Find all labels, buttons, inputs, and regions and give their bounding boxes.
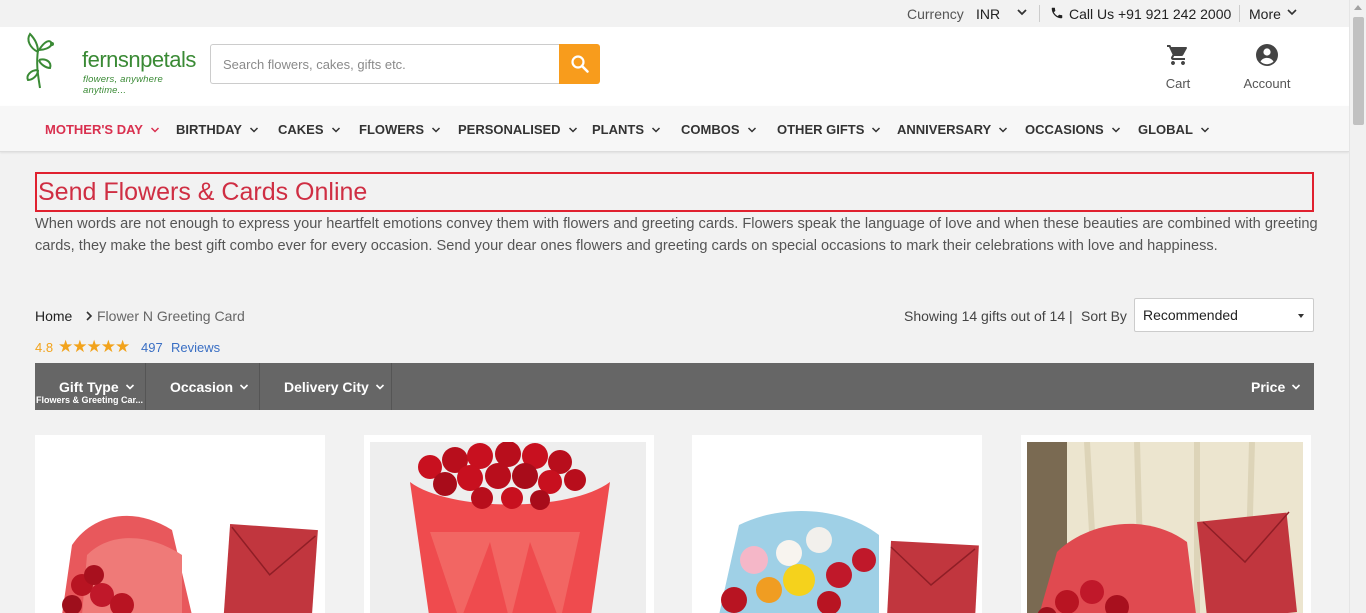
filter-occasion[interactable]: Occasion [146,363,260,410]
breadcrumb-current: Flower N Greeting Card [97,308,245,324]
page-title: Send Flowers & Cards Online [35,172,1314,212]
chevron-down-icon [375,384,384,390]
caret-down-icon [1298,314,1304,318]
nav-item-label: FLOWERS [359,122,424,137]
reviews-link[interactable]: Reviews [171,340,220,355]
product-card[interactable] [364,435,654,613]
product-card[interactable] [692,435,982,613]
sort-label: Sort By [1081,308,1127,324]
nav-item-other-gifts[interactable]: OTHER GIFTS [777,122,881,137]
chevron-down-icon [125,384,134,390]
filter-price[interactable]: Price [1251,379,1301,395]
nav-item-label: BIRTHDAY [176,122,242,137]
review-count[interactable]: 497 [141,340,163,355]
chevron-down-icon [331,126,340,133]
account-label: Account [1243,76,1291,91]
cart-label: Cart [1165,76,1191,91]
product-image [1027,442,1303,613]
top-utility-bar: Currency INR Call Us +91 921 242 2000 Mo… [0,0,1349,27]
product-card[interactable] [1021,435,1311,613]
nav-item-global[interactable]: GLOBAL [1138,122,1210,137]
chevron-down-icon[interactable] [1286,6,1298,18]
filter-bar: Gift Type Flowers & Greeting Car... Occa… [35,363,1314,410]
sort-select[interactable]: Recommended [1134,298,1314,332]
chevron-down-icon [999,126,1008,133]
product-card[interactable] [35,435,325,613]
cart-icon [1167,45,1187,65]
search-button[interactable] [559,44,600,84]
nav-item-birthday[interactable]: BIRTHDAY [176,122,259,137]
chevron-down-icon [651,126,661,133]
divider [1239,5,1240,22]
search-input[interactable] [210,44,559,84]
product-image [370,442,646,613]
account-icon [1256,44,1278,66]
call-us-link[interactable]: Call Us +91 921 242 2000 [1069,6,1231,22]
results-count: Showing 14 gifts out of 14 | [904,308,1073,324]
nav-item-cakes[interactable]: CAKES [278,122,341,137]
chevron-down-icon [872,126,881,133]
currency-select[interactable]: INR [976,6,1000,22]
divider [1039,5,1040,22]
rating-stars: ★★★★★ [58,337,130,356]
more-menu[interactable]: More [1249,6,1281,22]
chevron-down-icon [1292,384,1301,390]
search-icon [571,55,589,73]
filter-label: Price [1251,379,1286,395]
filter-selected-value: Flowers & Greeting Car... [36,395,144,405]
chevron-down-icon [747,126,756,133]
chevron-right-icon [86,311,93,321]
nav-item-label: PLANTS [592,122,644,137]
flower-logo-icon [26,32,54,89]
logo-wordmark: fernsnpetals [82,47,196,72]
rating-value: 4.8 [35,340,54,355]
chevron-down-icon [568,126,577,133]
logo-tagline: flowers, anywhere anytime... [83,74,163,96]
currency-label: Currency [907,6,964,22]
filter-delivery-city[interactable]: Delivery City [260,363,392,410]
chevron-down-icon [431,126,441,133]
nav-item-label: CAKES [278,122,324,137]
nav-item-mothers-day[interactable]: MOTHER'S DAY [45,122,160,137]
nav-item-anniversary[interactable]: ANNIVERSARY [897,122,1008,137]
nav-item-plants[interactable]: PLANTS [592,122,661,137]
page-scrollbar[interactable] [1349,0,1366,613]
site-header: fernsnpetals flowers, anywhere anytime..… [0,27,1349,106]
category-nav: MOTHER'S DAY BIRTHDAY CAKES FLOWERS PERS… [0,106,1349,152]
nav-item-label: GLOBAL [1138,122,1193,137]
fnp-logo[interactable]: fernsnpetals flowers, anywhere anytime..… [24,30,196,96]
product-image [42,435,318,613]
nav-item-label: OTHER GIFTS [777,122,865,137]
nav-item-occasions[interactable]: OCCASIONS [1025,122,1121,137]
product-image [699,435,979,613]
nav-item-flowers[interactable]: FLOWERS [359,122,441,137]
scrollbar-thumb[interactable] [1353,17,1364,125]
scroll-up-arrow-icon[interactable] [1354,5,1362,10]
phone-icon [1051,7,1063,19]
chevron-down-icon [1200,126,1209,133]
sort-value: Recommended [1143,307,1238,323]
breadcrumb-home[interactable]: Home [35,308,72,324]
nav-item-label: MOTHER'S DAY [45,122,143,137]
filter-gift-type[interactable]: Gift Type Flowers & Greeting Car... [35,363,146,410]
filter-label: Gift Type [59,379,119,395]
filter-label: Occasion [170,379,234,395]
chevron-down-icon [150,126,159,133]
nav-item-label: ANNIVERSARY [897,122,992,137]
cart-button[interactable]: Cart [1156,43,1200,91]
nav-item-label: OCCASIONS [1025,122,1104,137]
chevron-down-icon [1111,126,1120,133]
nav-item-label: PERSONALISED [458,122,561,137]
account-button[interactable]: Account [1238,43,1296,91]
chevron-down-icon [239,384,249,390]
chevron-down-icon [249,126,259,133]
nav-item-label: COMBOS [681,122,740,137]
nav-item-personalised[interactable]: PERSONALISED [458,122,578,137]
chevron-down-icon[interactable] [1015,5,1029,19]
filter-label: Delivery City [284,379,369,395]
nav-item-combos[interactable]: COMBOS [681,122,757,137]
page-intro: When words are not enough to express you… [35,216,1318,254]
